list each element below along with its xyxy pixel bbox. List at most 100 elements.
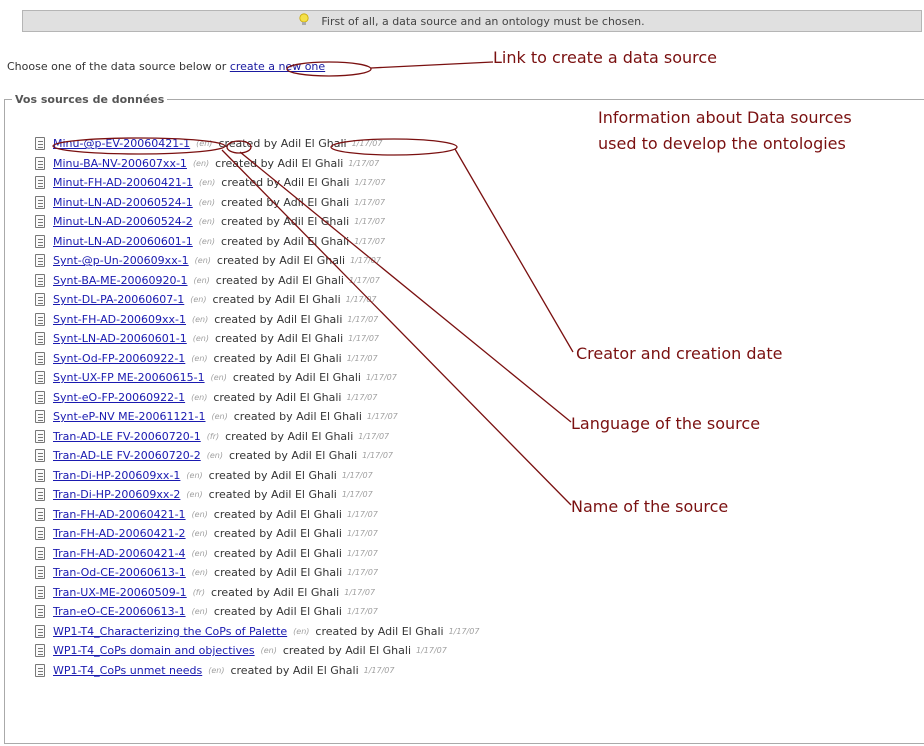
document-icon (35, 176, 45, 190)
creation-date: 1/17/07 (341, 470, 373, 480)
source-language: (fr) (206, 431, 220, 441)
source-name-link[interactable]: Synt-eP-NV ME-20061121-1 (53, 410, 206, 423)
source-language: (en) (191, 568, 209, 578)
source-name-link[interactable]: Tran-Di-HP-200609xx-1 (53, 469, 180, 482)
source-name-link[interactable]: Synt-@p-Un-200609xx-1 (53, 254, 189, 267)
document-icon (35, 195, 45, 209)
creation-date: 1/17/07 (346, 548, 378, 558)
annotation-name: Name of the source (571, 497, 729, 516)
create-new-source-link[interactable]: create a new one (230, 60, 325, 73)
data-source-row: Synt-eP-NV ME-20061121-1 (en) created by A… (35, 407, 479, 427)
created-by-text: created by Adil El Ghali (221, 215, 350, 229)
source-name-link[interactable]: Synt-BA-ME-20060920-1 (53, 274, 188, 287)
source-language: (en) (191, 548, 208, 558)
source-language: (en) (196, 139, 213, 149)
source-language: (en) (192, 158, 210, 168)
source-name-link[interactable]: Minut-LN-AD-20060524-1 (53, 196, 193, 209)
source-name-link[interactable]: Tran-FH-AD-20060421-1 (53, 508, 186, 521)
source-name-link[interactable]: Tran-FH-AD-20060421-2 (53, 527, 186, 540)
source-language: (en) (192, 334, 209, 344)
source-language: (en) (198, 217, 216, 227)
source-name-link[interactable]: Minut-FH-AD-20060421-1 (53, 176, 193, 189)
banner-text: First of all, a data source and an ontol… (321, 14, 645, 28)
created-by-text: created by Adil El Ghali (221, 234, 350, 248)
data-source-row: Synt-BA-ME-20060920-1 (en) created by Adil… (35, 271, 479, 291)
document-icon (35, 429, 45, 443)
data-source-row: Minut-FH-AD-20060421-1 (en) created by Adi… (35, 173, 479, 193)
creation-date: 1/17/07 (346, 529, 378, 539)
created-by-text: created by Adil El Ghali (215, 156, 344, 170)
created-by-text: created by Adil El Ghali (208, 488, 337, 502)
data-source-row: Synt-eO-FP-20060922-1 (en) created by Adil… (35, 388, 479, 408)
source-language: (en) (191, 509, 208, 519)
source-language: (fr) (192, 587, 206, 597)
created-by-text: created by Adil El Ghali (208, 468, 337, 482)
source-name-link[interactable]: Synt-Od-FP-20060922-1 (53, 352, 185, 365)
leader-create-link (370, 61, 494, 69)
created-by-text: created by Adil El Ghali (228, 449, 358, 463)
source-name-link[interactable]: Tran-Di-HP-200609xx-2 (53, 488, 180, 501)
source-name-link[interactable]: Synt-eO-FP-20060922-1 (53, 391, 185, 404)
source-name-link[interactable]: Synt-DL-PA-20060607-1 (53, 293, 184, 306)
creation-date: 1/17/07 (345, 295, 377, 305)
creation-date: 1/17/07 (347, 568, 379, 578)
creation-date: 1/17/07 (341, 490, 373, 500)
data-source-row: Synt-LN-AD-20060601-1 (en) created by Adil… (35, 329, 479, 349)
document-icon (35, 156, 45, 170)
data-source-row: Minut-LN-AD-20060524-1 (en) created by Adi… (35, 193, 479, 213)
source-name-link[interactable]: Tran-Od-CE-20060613-1 (53, 566, 186, 579)
source-name-link[interactable]: Synt-LN-AD-20060601-1 (53, 332, 187, 345)
source-name-link[interactable]: WP1-T4_CoPs unmet needs (53, 664, 202, 677)
created-by-text: created by Adil El Ghali (282, 644, 412, 658)
document-icon (35, 605, 45, 619)
creation-date: 1/17/07 (348, 275, 380, 285)
created-by-text: created by Adil El Ghali (214, 312, 343, 326)
annotation-info-line2: used to develop the ontologies (598, 134, 846, 153)
source-language: (en) (192, 314, 209, 324)
data-source-row: Synt-Od-FP-20060922-1 (en) created by Adil… (35, 349, 479, 369)
document-icon (35, 371, 45, 385)
source-name-link[interactable]: Minu-BA-NV-200607xx-1 (53, 157, 187, 170)
data-source-row: WP1-T4_Characterizing the CoPs of Palett… (35, 622, 479, 642)
source-name-link[interactable]: WP1-T4_Characterizing the CoPs of Palett… (53, 625, 287, 638)
source-name-link[interactable]: Tran-eO-CE-20060613-1 (53, 605, 186, 618)
source-language: (en) (191, 392, 208, 402)
source-language: (en) (193, 275, 210, 285)
creation-date: 1/17/07 (416, 646, 447, 656)
data-source-row: Minut-LN-AD-20060601-1 (en) created by Adi… (35, 232, 479, 252)
created-by-text: created by Adil El Ghali (315, 624, 444, 638)
source-language: (en) (186, 470, 203, 480)
data-source-row: Tran-FH-AD-20060421-1 (en) created by Adil… (35, 505, 479, 525)
source-name-link[interactable]: Tran-UX-ME-20060509-1 (53, 586, 187, 599)
created-by-text: created by Adil El Ghali (221, 195, 350, 209)
creation-date: 1/17/07 (350, 256, 381, 266)
source-name-link[interactable]: Synt-UX-FP ME-20060615-1 (53, 371, 205, 384)
created-by-text: created by Adil El Ghali (215, 332, 344, 346)
document-icon (35, 488, 45, 502)
source-name-link[interactable]: Tran-AD-LE FV-20060720-1 (53, 430, 201, 443)
creation-date: 1/17/07 (366, 412, 398, 422)
source-name-link[interactable]: Tran-FH-AD-20060421-4 (53, 547, 186, 560)
source-name-link[interactable]: Minut-LN-AD-20060524-2 (53, 215, 193, 228)
creation-date: 1/17/07 (354, 197, 386, 207)
document-icon (35, 468, 45, 482)
source-name-link[interactable]: Synt-FH-AD-200609xx-1 (53, 313, 186, 326)
source-name-link[interactable]: Minut-LN-AD-20060601-1 (53, 235, 193, 248)
creation-date: 1/17/07 (354, 178, 386, 188)
creation-date: 1/17/07 (362, 451, 393, 461)
source-name-link[interactable]: Tran-AD-LE FV-20060720-2 (53, 449, 201, 462)
source-language: (en) (211, 412, 228, 422)
source-language: (en) (191, 353, 208, 363)
creation-date: 1/17/07 (354, 236, 386, 246)
data-source-row: Minut-LN-AD-20060524-2 (en) created by Adi… (35, 212, 479, 232)
document-icon (35, 546, 45, 560)
creation-date: 1/17/07 (363, 665, 395, 675)
source-language: (en) (198, 197, 216, 207)
document-icon (35, 585, 45, 599)
data-source-row: Tran-Di-HP-200609xx-1 (en) created by Adil… (35, 466, 479, 486)
created-by-text: created by Adil El Ghali (218, 137, 347, 151)
data-source-row: Tran-AD-LE FV-20060720-1 (fr) created by A… (35, 427, 479, 447)
source-name-link[interactable]: Minu-@p-EV-20060421-1 (53, 137, 190, 150)
document-icon (35, 507, 45, 521)
source-name-link[interactable]: WP1-T4_CoPs domain and objectives (53, 644, 255, 657)
